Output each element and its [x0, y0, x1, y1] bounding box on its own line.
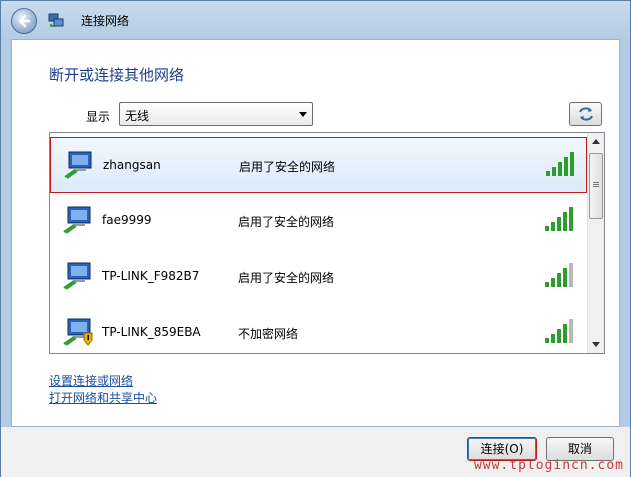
connect-network-window: 连接网络 断开或连接其他网络 显示 无线 zhangsan 启用了安全的网络 f… — [0, 0, 631, 477]
network-status: 启用了安全的网络 — [238, 215, 335, 229]
network-row-3[interactable]: TP-LINK_859EBA 不加密网络 — [50, 305, 587, 353]
show-filter-dropdown[interactable]: 无线 — [119, 102, 313, 126]
network-window-icon — [48, 13, 64, 27]
network-row-1[interactable]: fae9999 启用了安全的网络 — [50, 193, 587, 249]
window-title: 连接网络 — [81, 14, 130, 28]
page-heading: 断开或连接其他网络 — [49, 66, 185, 84]
network-list[interactable]: zhangsan 启用了安全的网络 fae9999 启用了安全的网络 TP-LI… — [49, 132, 605, 354]
network-status: 不加密网络 — [238, 327, 299, 341]
show-filter-value: 无线 — [125, 109, 150, 123]
setup-connection-link[interactable]: 设置连接或网络 — [49, 372, 133, 389]
signal-strength-icon — [545, 207, 573, 231]
refresh-button[interactable] — [569, 102, 602, 126]
wireless-network-icon — [63, 206, 91, 234]
network-row-2[interactable]: TP-LINK_F982B7 启用了安全的网络 — [50, 249, 587, 305]
refresh-icon — [579, 107, 593, 121]
network-name: TP-LINK_859EBA — [102, 325, 201, 339]
network-row-0[interactable]: zhangsan 启用了安全的网络 — [50, 137, 587, 193]
dialog-content: 断开或连接其他网络 显示 无线 zhangsan 启用了安全的网络 fae999… — [11, 39, 620, 427]
signal-strength-icon — [546, 152, 574, 176]
dialog-footer: 连接(O) 取消 www.tplogincn.com — [1, 427, 630, 477]
open-sharing-center-link[interactable]: 打开网络和共享中心 — [49, 389, 157, 406]
wireless-network-icon — [63, 262, 91, 290]
watermark: www.tplogincn.com — [473, 458, 624, 473]
scroll-up-icon[interactable] — [592, 139, 600, 144]
list-scrollbar[interactable] — [587, 133, 604, 353]
network-name: TP-LINK_F982B7 — [102, 269, 200, 283]
back-button[interactable] — [11, 8, 37, 34]
scroll-thumb[interactable] — [589, 153, 603, 219]
scroll-grip-icon — [593, 182, 599, 183]
scroll-down-icon[interactable] — [592, 342, 600, 347]
network-name: fae9999 — [102, 213, 152, 227]
signal-strength-icon — [545, 319, 573, 343]
back-arrow-icon — [18, 14, 31, 28]
dropdown-arrow-icon — [299, 112, 307, 117]
signal-strength-icon — [545, 263, 573, 287]
network-status: 启用了安全的网络 — [238, 271, 335, 285]
network-status: 启用了安全的网络 — [239, 160, 336, 174]
wireless-network-icon — [64, 151, 92, 179]
network-name: zhangsan — [103, 158, 161, 172]
show-label: 显示 — [86, 110, 111, 124]
title-bar: 连接网络 — [1, 1, 630, 39]
unsecured-network-icon — [63, 318, 93, 346]
